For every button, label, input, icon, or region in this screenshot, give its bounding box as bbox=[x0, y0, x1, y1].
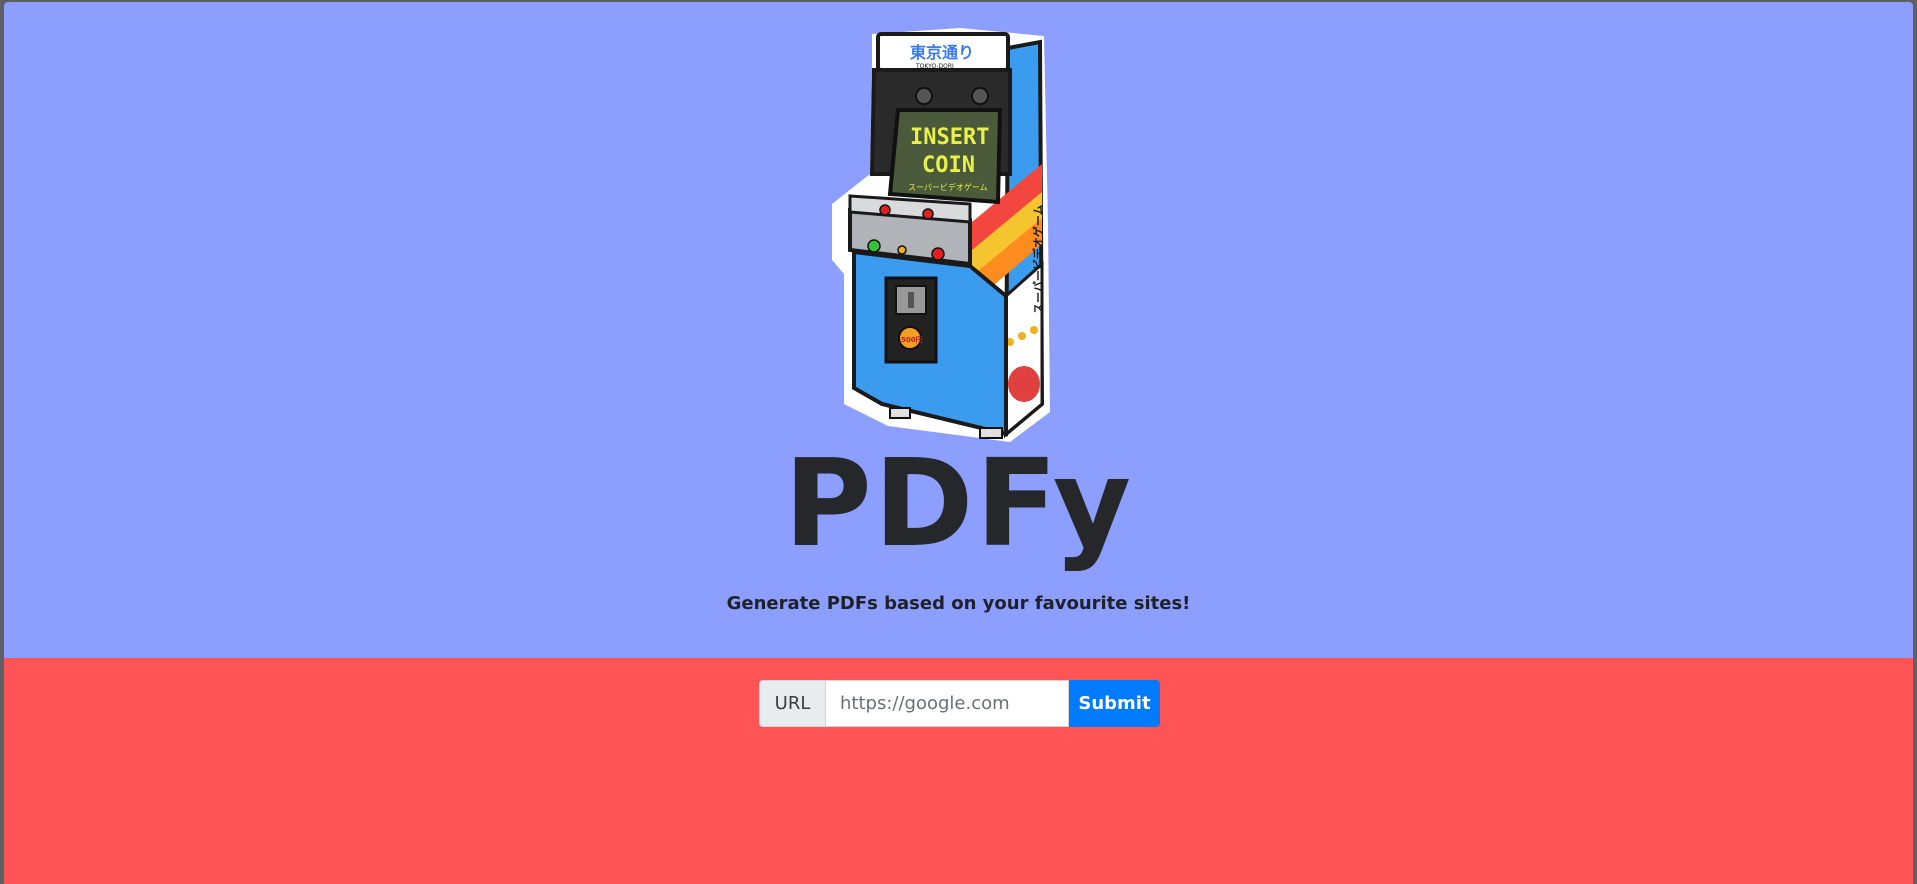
submit-button[interactable]: Submit bbox=[1069, 680, 1160, 727]
url-form: URL Submit bbox=[759, 680, 1160, 727]
url-label: URL bbox=[759, 680, 825, 727]
marquee-text: 東京通り bbox=[910, 43, 974, 62]
arcade-cabinet-image: 東京通り TOKYO-DORI INSERT COIN スーパービデオゲーム 5… bbox=[832, 28, 1050, 442]
url-input[interactable] bbox=[825, 680, 1069, 727]
page-title: PDFy bbox=[783, 435, 1134, 574]
screen-subtext: スーパービデオゲーム bbox=[908, 182, 988, 192]
side-panel-text: スーパービデオゲーム bbox=[1031, 204, 1045, 314]
screen-line-1: INSERT bbox=[910, 125, 989, 150]
browser-viewport: 東京通り TOKYO-DORI INSERT COIN スーパービデオゲーム 5… bbox=[4, 2, 1913, 884]
hero-section: 東京通り TOKYO-DORI INSERT COIN スーパービデオゲーム 5… bbox=[4, 2, 1913, 658]
screen-line-2: COIN bbox=[922, 153, 975, 178]
coin-slot-label: 500円 bbox=[901, 336, 923, 344]
page-subtitle: Generate PDFs based on your favourite si… bbox=[726, 593, 1191, 614]
